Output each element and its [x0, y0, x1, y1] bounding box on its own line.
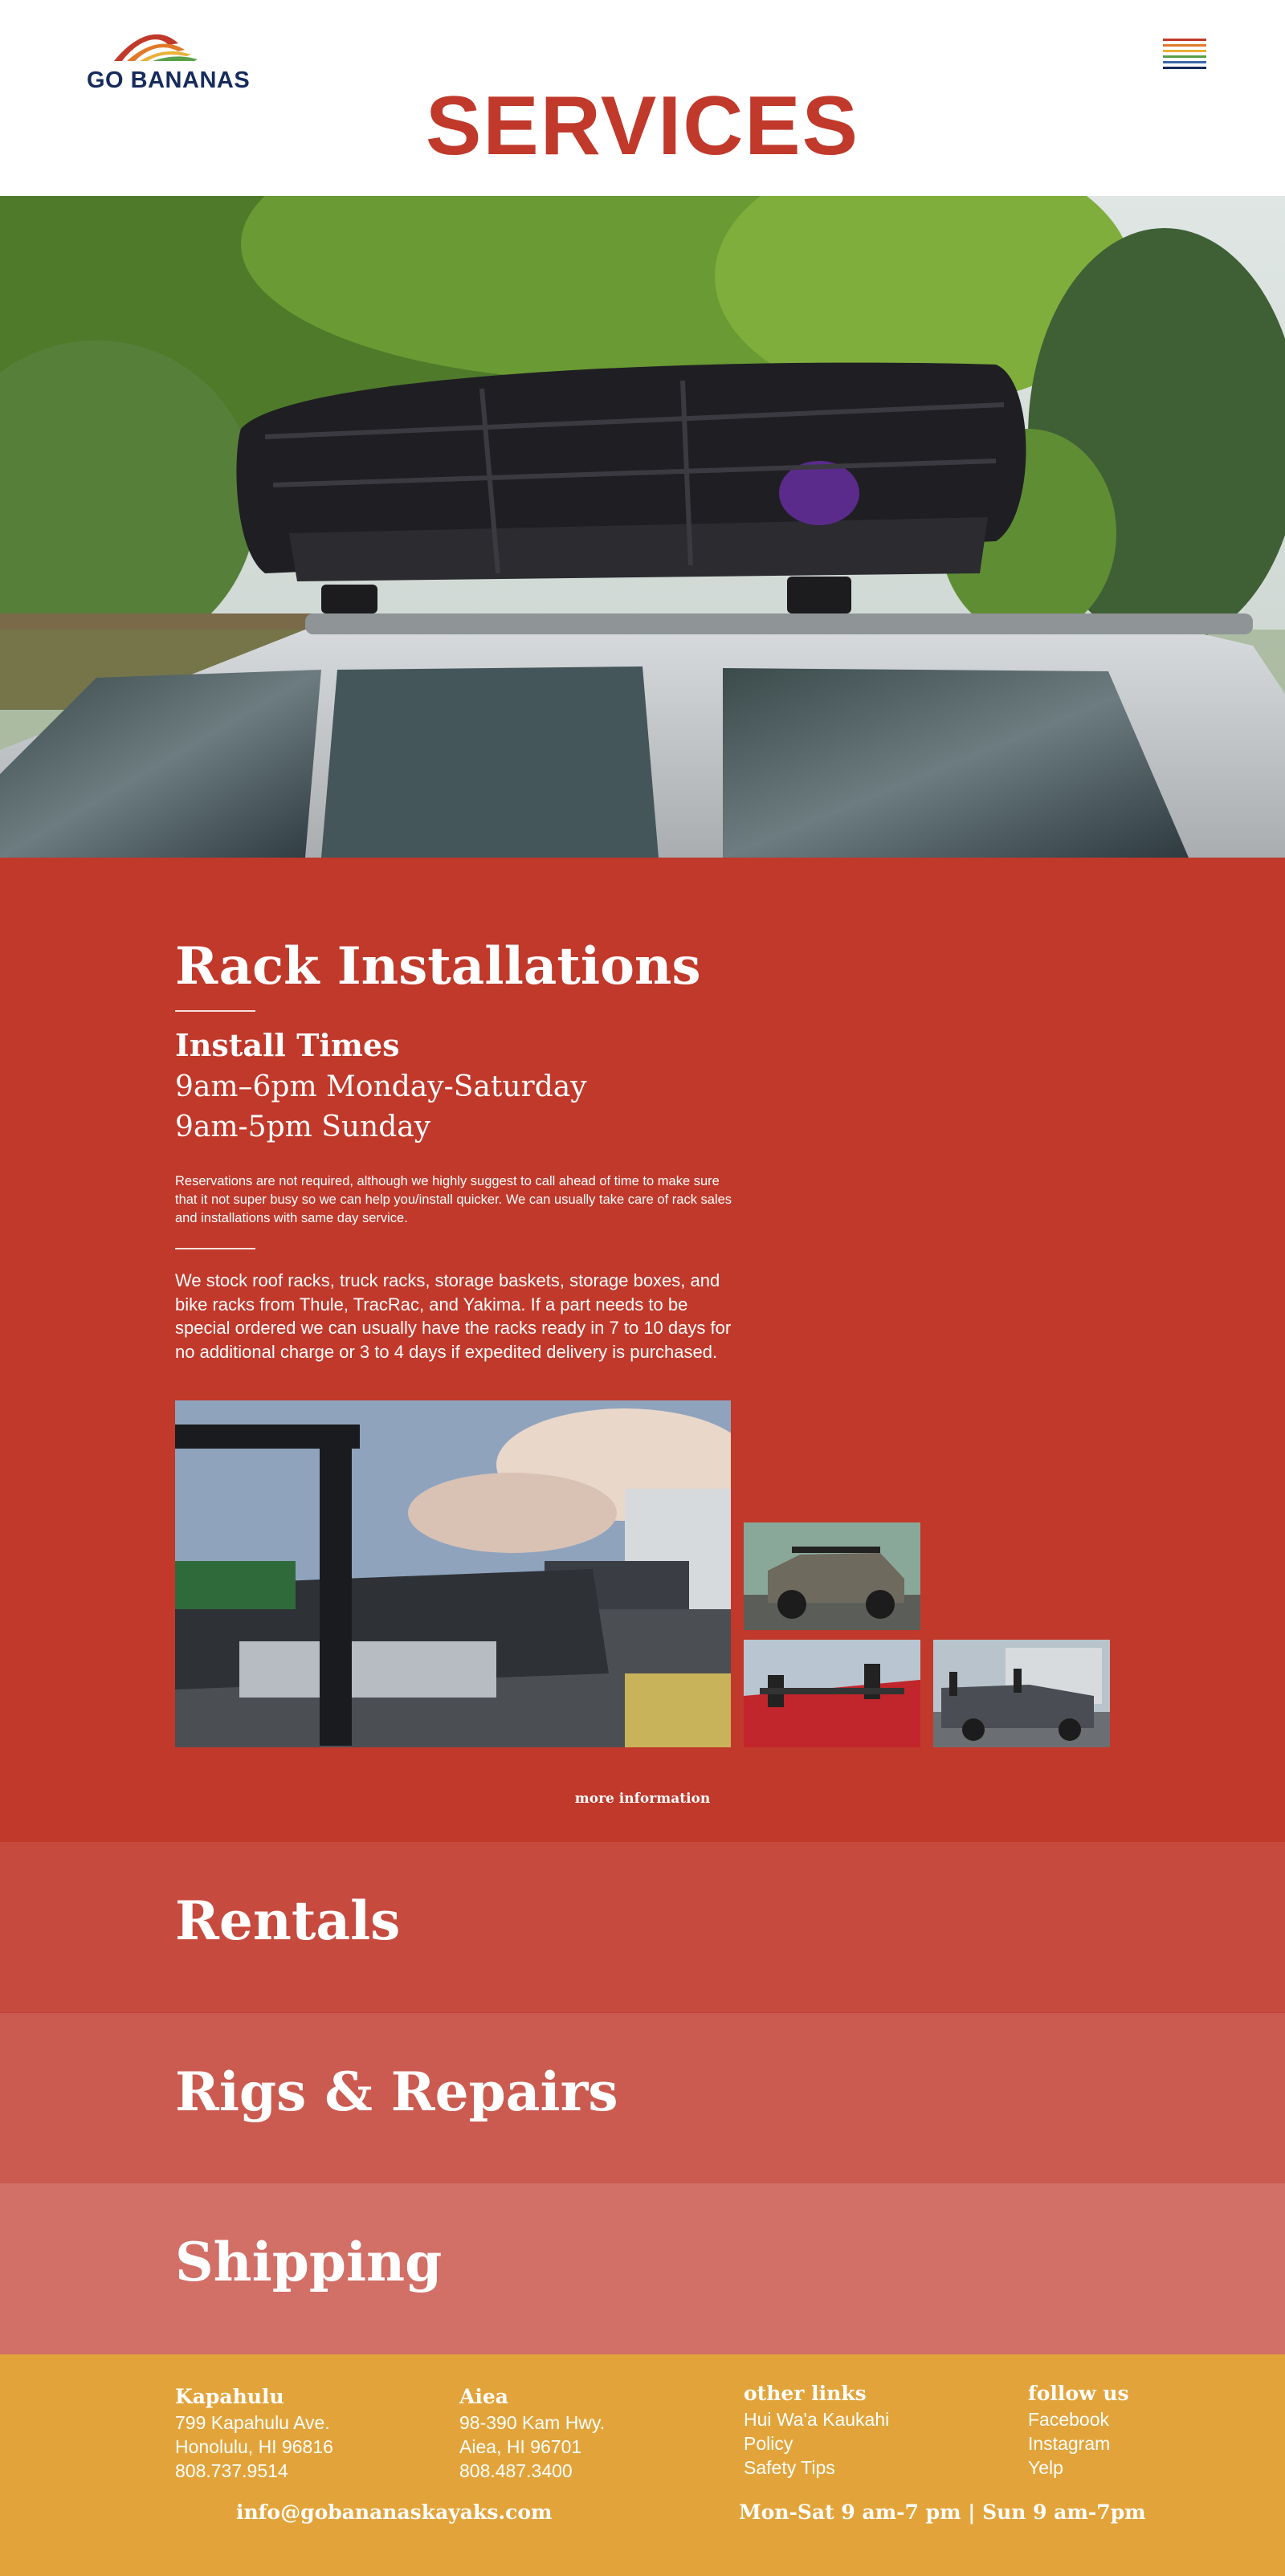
hero-image: [0, 196, 1285, 858]
stock-description: We stock roof racks, truck racks, storag…: [175, 1270, 732, 1362]
more-information-link[interactable]: more information: [0, 1791, 1285, 1807]
other-links: other links Hui Wa'a Kaukahi Policy Safe…: [744, 2380, 889, 2480]
page-title: SERVICES: [425, 79, 860, 173]
link-safety-tips[interactable]: Safety Tips: [744, 2456, 889, 2480]
aiea-phone[interactable]: 808.487.3400: [459, 2459, 605, 2483]
kapahulu-address-line2: Honolulu, HI 96816: [175, 2436, 333, 2457]
divider: [175, 1248, 255, 1249]
gallery-photo-2[interactable]: [744, 1522, 920, 1630]
link-hui-waa-kaukahi[interactable]: Hui Wa'a Kaukahi: [744, 2407, 889, 2431]
link-instagram[interactable]: Instagram: [1028, 2431, 1129, 2456]
site-footer: Kapahulu 799 Kapahulu Ave. Honolulu, HI …: [0, 2354, 1285, 2576]
divider: [175, 1010, 255, 1012]
install-times-label: Install Times: [175, 1027, 400, 1063]
gallery-photo-main[interactable]: [175, 1400, 731, 1747]
kapahulu-phone[interactable]: 808.737.9514: [175, 2459, 333, 2483]
site-header: GO BANANAS SERVICES: [0, 0, 1285, 196]
kapahulu-address-line1: 799 Kapahulu Ave.: [175, 2412, 330, 2433]
contact-email-link[interactable]: info@gobananaskayaks.com: [236, 2501, 552, 2524]
aiea-address-line2: Aiea, HI 96701: [459, 2436, 582, 2457]
rigs-repairs-section-header[interactable]: Rigs & Repairs: [0, 2012, 1285, 2183]
aiea-address-line1: 98-390 Kam Hwy.: [459, 2412, 606, 2433]
store-hours: Mon-Sat 9 am-7 pm | Sun 9 am-7pm: [739, 2501, 1146, 2524]
rigs-repairs-title: Rigs & Repairs: [175, 2060, 618, 2123]
aiea-heading: Aiea: [459, 2385, 508, 2408]
link-facebook[interactable]: Facebook: [1028, 2407, 1129, 2431]
section-title: Rack Installations: [175, 936, 701, 997]
rentals-title: Rentals: [175, 1889, 401, 1952]
shipping-title: Shipping: [175, 2231, 443, 2293]
rack-installations-section: Rack Installations Install Times 9am–6pm…: [0, 858, 1285, 1842]
rentals-section-header[interactable]: Rentals: [0, 1842, 1285, 2012]
gallery-photo-4[interactable]: [933, 1640, 1110, 1747]
install-hours-weekday: 9am–6pm Monday-Saturday: [175, 1070, 587, 1103]
follow-us-heading: follow us: [1028, 2382, 1129, 2405]
shipping-section-header[interactable]: Shipping: [0, 2183, 1285, 2354]
reservation-note: Reservations are not required, although …: [175, 1174, 732, 1225]
link-policy[interactable]: Policy: [744, 2431, 889, 2456]
hamburger-menu-icon[interactable]: [1163, 39, 1206, 74]
rainbow-wave-logo-icon: [114, 34, 198, 61]
gallery-photo-3[interactable]: [744, 1640, 920, 1747]
kapahulu-location: Kapahulu 799 Kapahulu Ave. Honolulu, HI …: [175, 2383, 333, 2483]
other-links-heading: other links: [744, 2382, 867, 2405]
install-hours-sunday: 9am-5pm Sunday: [175, 1111, 431, 1143]
kapahulu-heading: Kapahulu: [175, 2385, 284, 2408]
follow-us: follow us Facebook Instagram Yelp: [1028, 2380, 1129, 2480]
aiea-location: Aiea 98-390 Kam Hwy. Aiea, HI 96701 808.…: [459, 2383, 605, 2483]
link-yelp[interactable]: Yelp: [1028, 2456, 1129, 2480]
